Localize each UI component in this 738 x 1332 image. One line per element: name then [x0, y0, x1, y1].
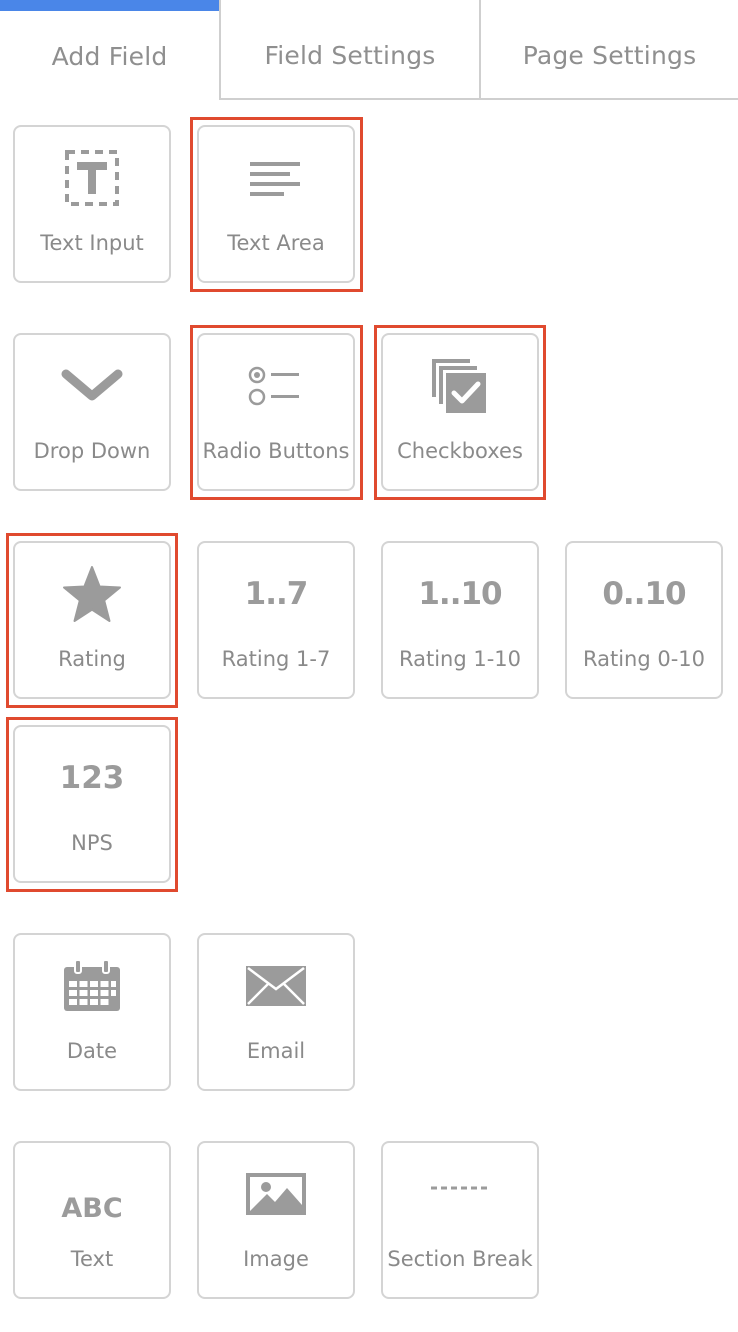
field-radio-buttons[interactable]: Radio Buttons [197, 333, 355, 491]
rating-1-7-icon-text: 1..7 [244, 576, 309, 612]
field-label: Text Input [40, 231, 144, 255]
field-label: Rating 0-10 [582, 647, 706, 671]
rating-1-7-icon: 1..7 [199, 561, 353, 627]
checkboxes-icon [383, 353, 537, 419]
field-label: Text Area [227, 231, 325, 255]
dashed-line-icon [383, 1161, 537, 1227]
nps-icon-text: 123 [59, 760, 125, 796]
text-icon-text: ABC [61, 1192, 123, 1224]
radio-list-icon [199, 353, 353, 419]
tab-add-field-label: Add Field [51, 41, 168, 71]
field-label: Radio Buttons [202, 439, 350, 463]
field-date[interactable]: Date [13, 933, 171, 1091]
field-text-area[interactable]: Text Area [197, 125, 355, 283]
rating-1-10-icon: 1..10 [383, 561, 537, 627]
tab-bar: Add Field Field Settings Page Settings [0, 0, 738, 100]
field-email[interactable]: Email [197, 933, 355, 1091]
tab-page-settings-label: Page Settings [522, 40, 697, 70]
tab-add-field[interactable]: Add Field [0, 0, 219, 100]
field-nps[interactable]: 123 NPS [13, 725, 171, 883]
field-section-break[interactable]: Section Break [381, 1141, 539, 1299]
field-label: Date [66, 1039, 118, 1063]
envelope-icon [199, 953, 353, 1019]
text-input-icon [15, 145, 169, 211]
field-label: Section Break [387, 1247, 533, 1271]
tab-page-settings[interactable]: Page Settings [479, 0, 738, 100]
field-rating[interactable]: Rating [13, 541, 171, 699]
field-checkboxes[interactable]: Checkboxes [381, 333, 539, 491]
field-label: Checkboxes [397, 439, 523, 463]
image-icon [199, 1161, 353, 1227]
nps-icon: 123 [15, 745, 169, 811]
chevron-down-icon [15, 353, 169, 419]
field-label: Email [246, 1039, 306, 1063]
field-label: Text [70, 1247, 114, 1271]
field-label: Image [243, 1247, 309, 1271]
tab-field-settings[interactable]: Field Settings [219, 0, 479, 100]
field-drop-down[interactable]: Drop Down [13, 333, 171, 491]
field-label: Rating [58, 647, 126, 671]
active-tab-indicator [0, 0, 219, 11]
rating-0-10-icon: 0..10 [567, 561, 721, 627]
field-label: Drop Down [33, 439, 151, 463]
rating-1-10-icon-text: 1..10 [418, 576, 502, 612]
calendar-icon [15, 953, 169, 1019]
text-area-icon [199, 145, 353, 211]
field-rating-0-10[interactable]: 0..10 Rating 0-10 [565, 541, 723, 699]
field-image[interactable]: Image [197, 1141, 355, 1299]
field-label: Rating 1-7 [221, 647, 331, 671]
rating-0-10-icon-text: 0..10 [602, 576, 686, 612]
tab-field-settings-label: Field Settings [264, 40, 436, 70]
field-rating-1-7[interactable]: 1..7 Rating 1-7 [197, 541, 355, 699]
field-text[interactable]: ABC Text [13, 1141, 171, 1299]
star-icon [15, 561, 169, 627]
text-block-icon: ABC [15, 1161, 169, 1227]
field-label: Rating 1-10 [398, 647, 522, 671]
field-label: NPS [71, 831, 113, 855]
field-text-input[interactable]: Text Input [13, 125, 171, 283]
field-rating-1-10[interactable]: 1..10 Rating 1-10 [381, 541, 539, 699]
